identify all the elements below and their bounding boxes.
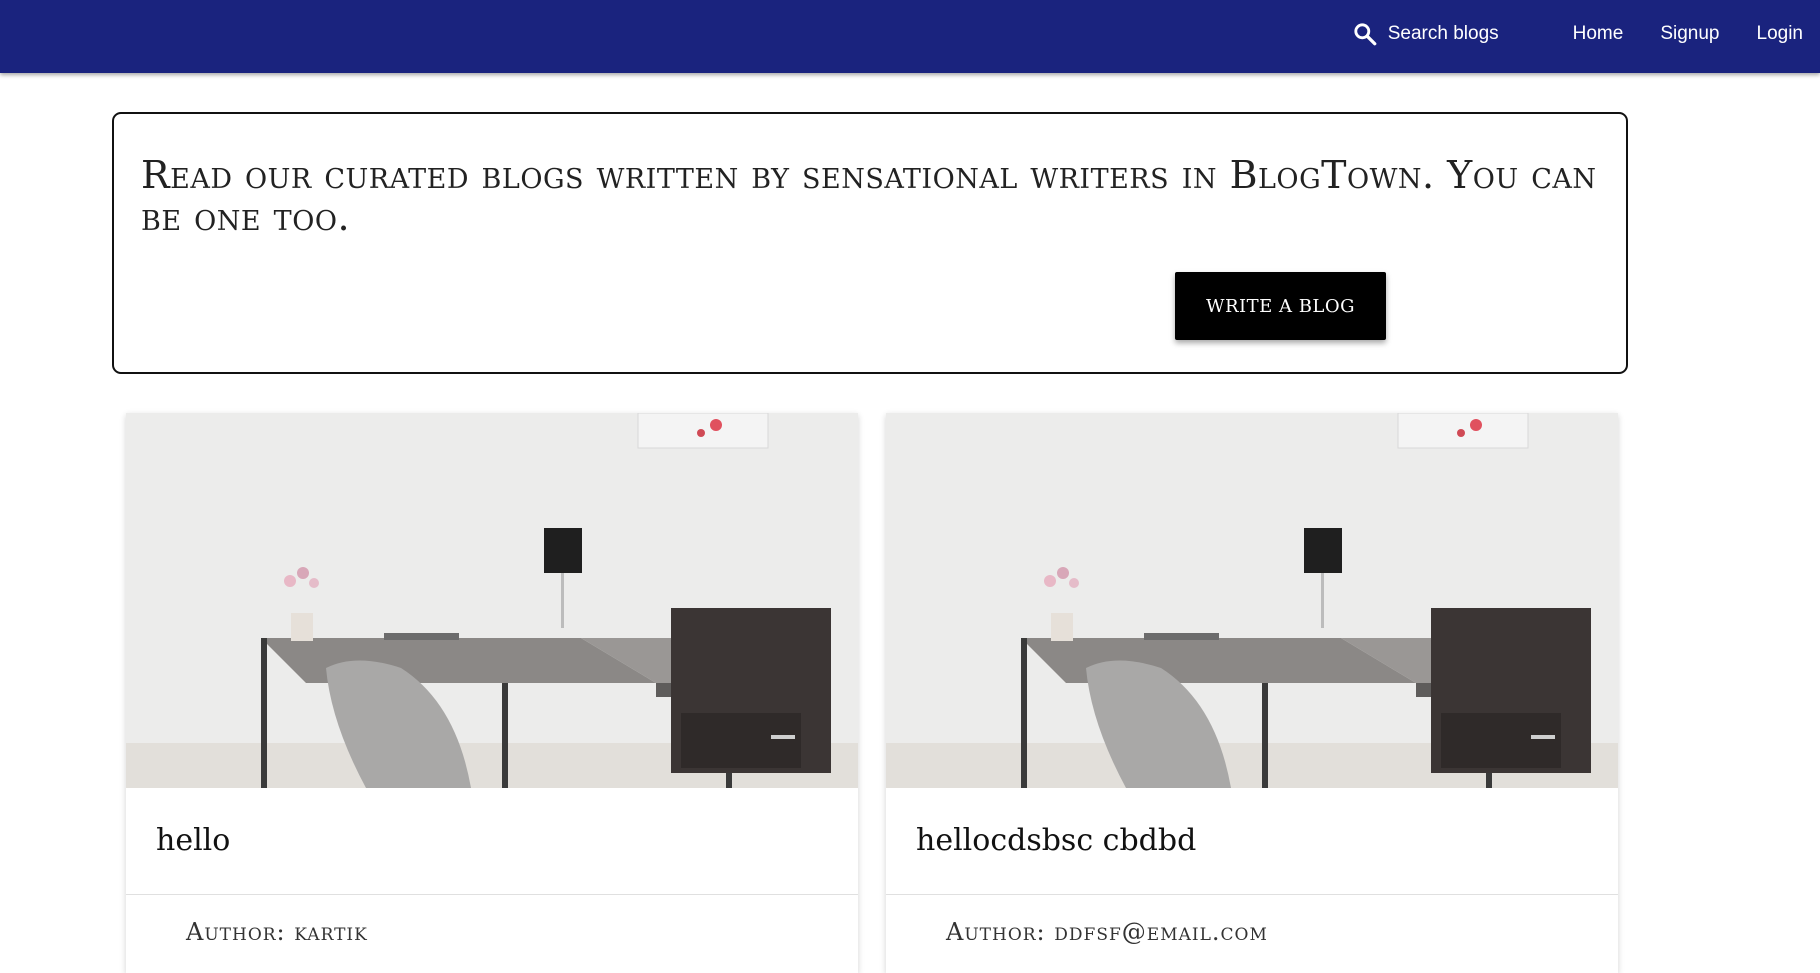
write-blog-button[interactable]: WRITE A BLOG — [1175, 272, 1386, 340]
blog-card-title[interactable]: hello — [156, 823, 230, 858]
author-prefix: Author: — [186, 918, 286, 946]
author-name: kartik — [294, 918, 368, 946]
hero-banner: Read our curated blogs written by sensat… — [112, 112, 1628, 374]
card-divider — [886, 894, 1618, 895]
author-prefix: Author: — [946, 918, 1046, 946]
nav-login-link[interactable]: Login — [1757, 23, 1804, 45]
blog-card-author: Author: ddfsf@email.com — [946, 918, 1268, 946]
nav-items: Search blogs Home Signup Login — [1352, 0, 1803, 67]
nav-signup-link[interactable]: Signup — [1660, 23, 1719, 45]
blog-card-image[interactable] — [126, 413, 858, 788]
author-name: ddfsf@email.com — [1054, 918, 1268, 946]
top-navbar: Search blogs Home Signup Login — [0, 0, 1820, 73]
blog-card-author: Author: kartik — [186, 918, 368, 946]
card-divider — [126, 894, 858, 895]
search-icon — [1354, 22, 1377, 45]
search-blogs-label[interactable]: Search blogs — [1388, 23, 1499, 45]
hero-tagline: Read our curated blogs written by sensat… — [141, 153, 1597, 239]
search-blogs-link[interactable]: Search blogs — [1352, 21, 1499, 47]
blog-card[interactable]: hellocdsbsc cbdbd Author: ddfsf@email.co… — [886, 413, 1618, 973]
blog-card[interactable]: hello Author: kartik — [126, 413, 858, 973]
nav-home-link[interactable]: Home — [1573, 23, 1624, 45]
blog-card-image[interactable] — [886, 413, 1618, 788]
blog-card-title[interactable]: hellocdsbsc cbdbd — [916, 823, 1196, 858]
